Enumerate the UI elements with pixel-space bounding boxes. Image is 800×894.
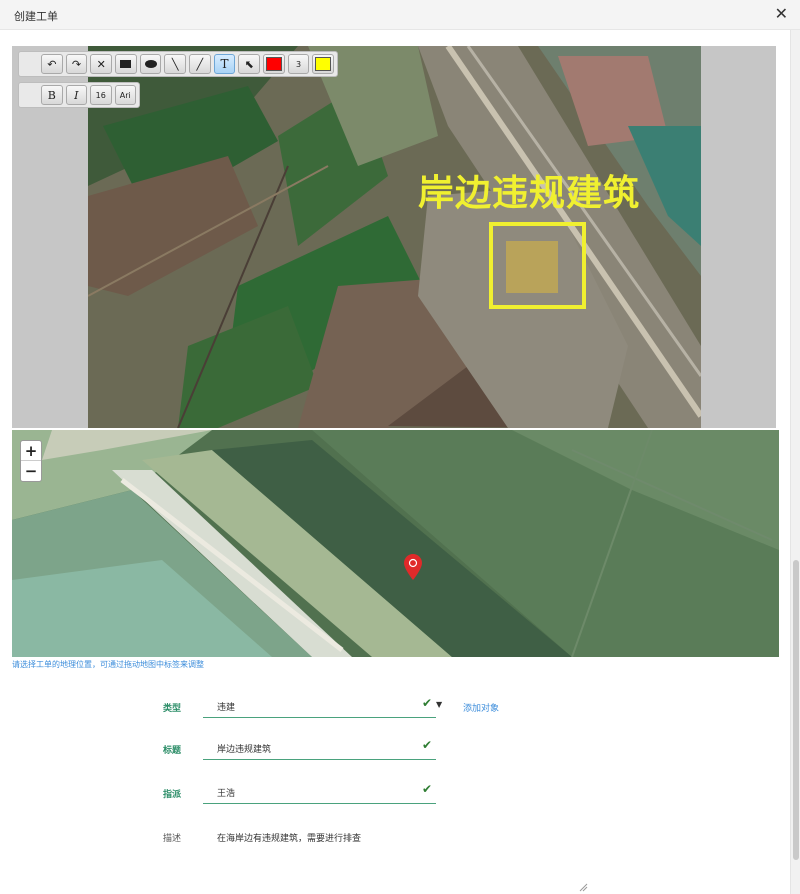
- delete-button[interactable]: ✕: [90, 54, 113, 74]
- fill-color-swatch: [315, 57, 332, 71]
- pen-tool[interactable]: ╱: [189, 54, 211, 74]
- redo-button[interactable]: ↷: [65, 54, 88, 74]
- assignee-input[interactable]: 王浩 ✔: [203, 776, 436, 804]
- ellipse-tool[interactable]: [139, 54, 162, 74]
- assignee-value: 王浩: [217, 789, 236, 799]
- font-size-value: 16: [95, 90, 106, 100]
- italic-label: I: [74, 88, 79, 102]
- italic-button[interactable]: I: [65, 85, 87, 105]
- line-width-selector[interactable]: 3: [287, 54, 310, 74]
- check-icon: ✔: [421, 696, 432, 710]
- pen-icon: ╱: [196, 57, 204, 71]
- font-size-selector[interactable]: 16: [90, 85, 112, 105]
- description-label: 描述: [163, 834, 182, 844]
- fill-color-picker[interactable]: [312, 54, 335, 74]
- stroke-color-swatch: [265, 57, 282, 71]
- line-icon: ╲: [171, 57, 179, 71]
- title-value: 岸边违规建筑: [217, 745, 272, 755]
- title-label: 标题: [163, 746, 182, 756]
- create-ticket-dialog: 创建工单 ✕ ↶ ↷ ✕ ╲ ╱ T ⬉ 3 B I 16 Ari 岸边违规建筑…: [0, 0, 800, 894]
- assign-row: 指派 王浩 ✔: [0, 776, 790, 806]
- title-row: 标题 岸边违规建筑 ✔: [0, 732, 790, 762]
- type-label: 类型: [163, 704, 182, 714]
- description-textarea[interactable]: 在海岸边有违规建筑，需要进行排查: [217, 831, 361, 844]
- zoom-control: + −: [20, 440, 42, 482]
- resize-handle-icon[interactable]: [578, 882, 588, 892]
- rectangle-icon: [120, 60, 132, 68]
- location-map[interactable]: + −: [12, 430, 779, 657]
- vertical-scrollbar[interactable]: [790, 30, 800, 894]
- add-object-link[interactable]: 添加对象: [463, 701, 499, 714]
- undo-icon: ↶: [47, 57, 57, 71]
- line-width-value: 3: [296, 59, 302, 69]
- annotation-toolbar: ↶ ↷ ✕ ╲ ╱ T ⬉ 3 B I 16 Ari: [18, 51, 350, 109]
- dialog-titlebar: 创建工单 ✕: [0, 0, 800, 30]
- ellipse-icon: [144, 60, 157, 68]
- close-icon[interactable]: ✕: [775, 5, 788, 23]
- redo-icon: ↷: [71, 57, 82, 71]
- arrow-tool[interactable]: ⬉: [238, 54, 261, 74]
- scrollbar-thumb[interactable]: [793, 560, 799, 860]
- undo-button[interactable]: ↶: [41, 54, 63, 74]
- assignee-label: 指派: [163, 790, 182, 800]
- location-pin-icon[interactable]: [404, 554, 422, 580]
- annotation-rectangle[interactable]: [489, 222, 586, 309]
- check-icon: ✔: [421, 782, 432, 796]
- zoom-in-button[interactable]: +: [21, 441, 41, 461]
- type-row: 类型 违建 ✔ ▼ 添加对象: [0, 690, 790, 720]
- delete-icon: ✕: [96, 57, 106, 71]
- bold-button[interactable]: B: [41, 85, 63, 105]
- toolbar-row-text: B I 16 Ari: [18, 82, 140, 108]
- title-input[interactable]: 岸边违规建筑 ✔: [203, 732, 436, 760]
- check-icon: ✔: [421, 738, 432, 752]
- dialog-title: 创建工单: [14, 10, 58, 23]
- image-annotation-editor[interactable]: ↶ ↷ ✕ ╲ ╱ T ⬉ 3 B I 16 Ari 岸边违规建筑: [12, 46, 776, 428]
- description-row: 描述 在海岸边有违规建筑，需要进行排查: [0, 820, 790, 850]
- bold-label: B: [47, 88, 56, 102]
- rectangle-tool[interactable]: [115, 54, 137, 74]
- annotation-text[interactable]: 岸边违规建筑: [418, 164, 640, 216]
- font-family-selector[interactable]: Ari: [114, 85, 136, 105]
- chevron-down-icon[interactable]: ▼: [436, 700, 442, 709]
- satellite-map-tiles: [12, 430, 779, 657]
- type-select[interactable]: 违建 ✔: [203, 690, 436, 718]
- font-family-value: Ari: [119, 90, 131, 100]
- line-tool[interactable]: ╲: [164, 54, 187, 74]
- stroke-color-picker[interactable]: [263, 54, 285, 74]
- text-icon: T: [220, 57, 229, 71]
- arrow-icon: ⬉: [244, 57, 254, 71]
- zoom-out-button[interactable]: −: [21, 461, 41, 481]
- type-value: 违建: [217, 703, 236, 713]
- map-hint-text: 请选择工单的地理位置，可通过拖动地图中标签来调整: [12, 660, 204, 669]
- toolbar-row-drawing: ↶ ↷ ✕ ╲ ╱ T ⬉ 3: [18, 51, 338, 77]
- text-tool[interactable]: T: [213, 54, 236, 74]
